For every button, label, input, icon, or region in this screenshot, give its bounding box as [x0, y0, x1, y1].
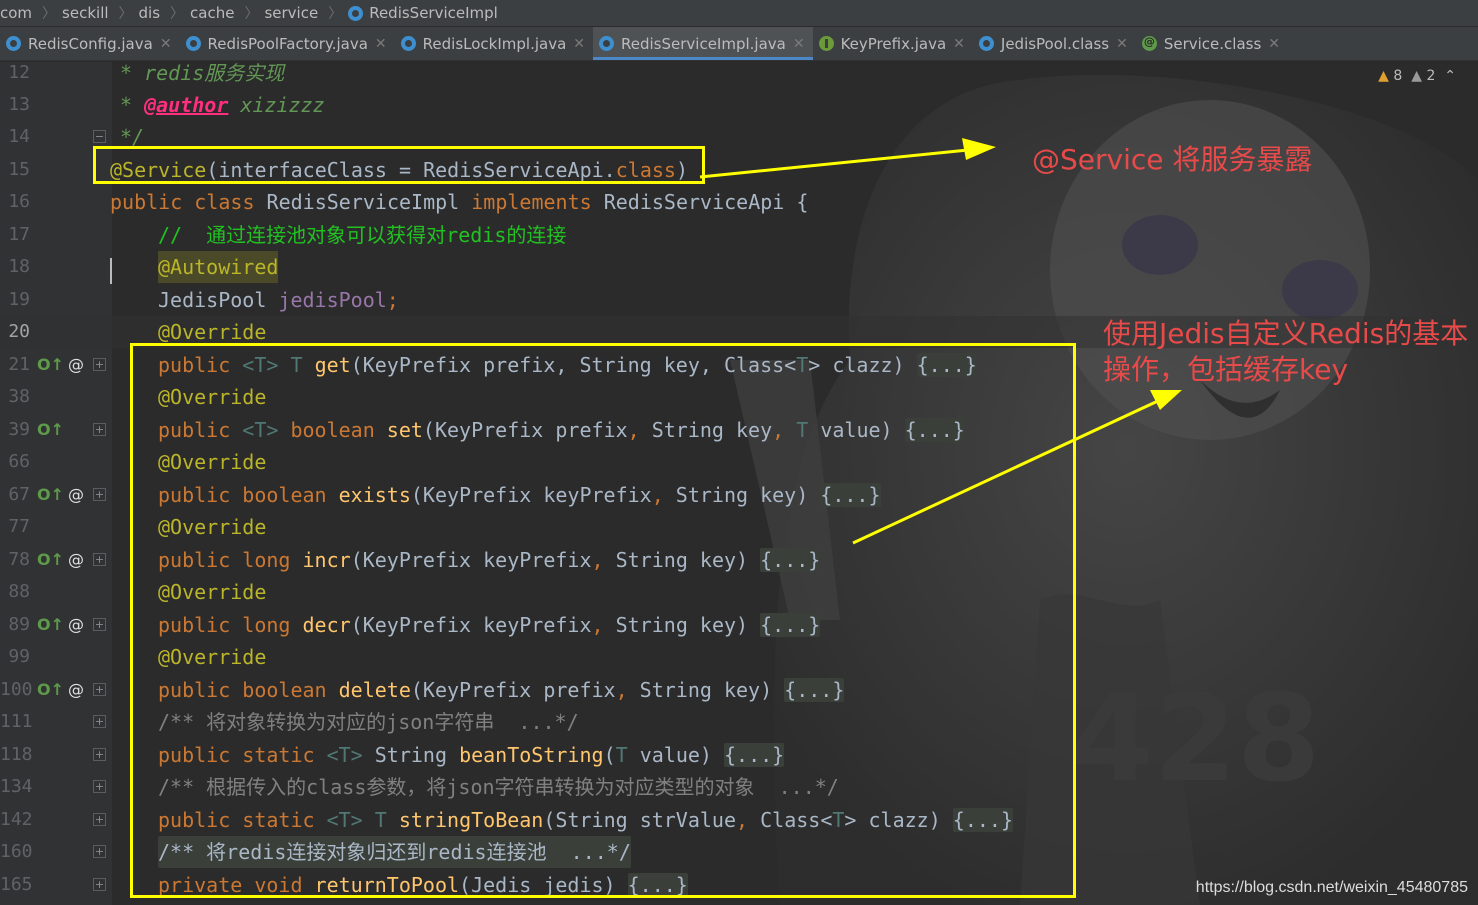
annotation-note-jedis: 使用Jedis自定义Redis的基本 操作，包括缓存key [1103, 317, 1469, 386]
watermark: https://blog.csdn.net/weixin_45480785 [1195, 879, 1468, 896]
annotation-arrows [699, 138, 1182, 545]
arrow-line-service [699, 148, 969, 179]
arrow-line-jedis [852, 398, 1161, 545]
arrowhead-service [962, 138, 996, 160]
arrowhead-jedis [1150, 390, 1182, 410]
annotation-note-service: @Service 将服务暴露 [1032, 143, 1313, 176]
